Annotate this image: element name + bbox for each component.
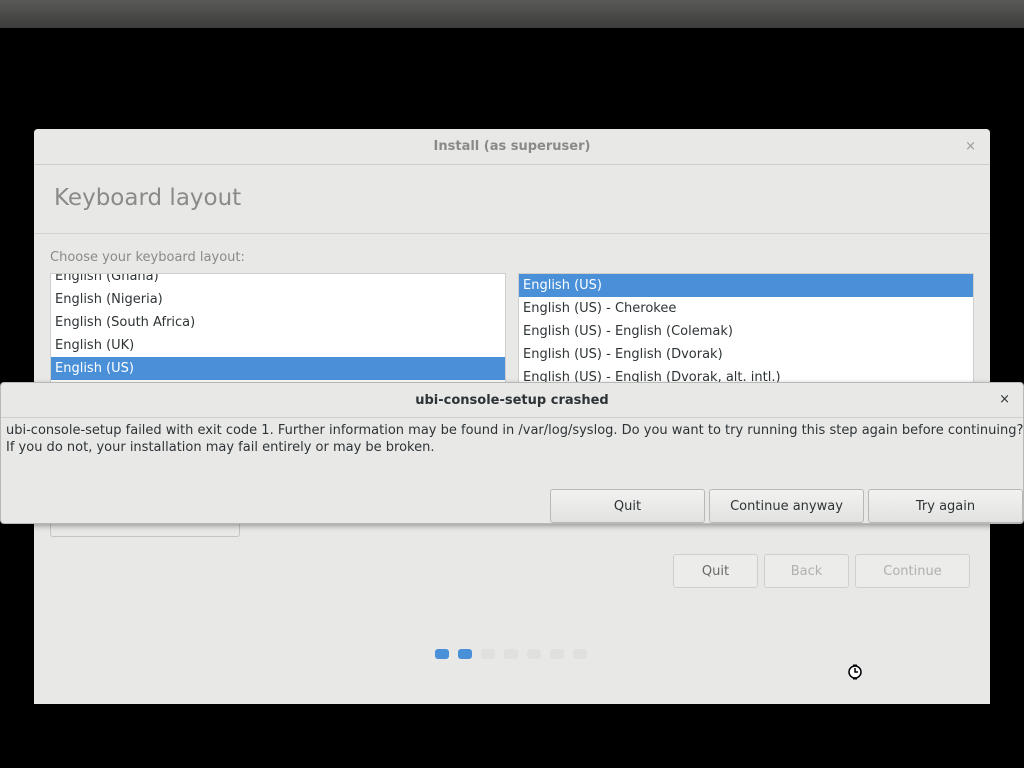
try-again-button[interactable]: Try again: [868, 489, 1023, 523]
page-title: Keyboard layout: [54, 185, 242, 211]
busy-cursor-icon: [848, 664, 862, 680]
choose-layout-label: Choose your keyboard layout:: [50, 250, 245, 265]
variant-item[interactable]: English (US) - English (Colemak): [519, 320, 973, 343]
crash-dialog: ubi-console-setup crashed × ubi-console-…: [0, 382, 1024, 524]
variant-list[interactable]: English (US) English (US) - Cherokee Eng…: [518, 273, 974, 383]
quit-button[interactable]: Quit: [673, 554, 758, 588]
crash-message-line1: ubi-console-setup failed with exit code …: [6, 423, 1024, 438]
crash-message: ubi-console-setup failed with exit code …: [6, 422, 1024, 456]
installer-close-icon[interactable]: ×: [965, 139, 976, 154]
layout-list[interactable]: English (Ghana) English (Nigeria) Englis…: [50, 273, 506, 383]
progress-dot-active: [435, 649, 449, 659]
continue-anyway-button[interactable]: Continue anyway: [709, 489, 864, 523]
progress-dot: [481, 649, 495, 659]
top-panel: [0, 0, 1024, 28]
progress-dot: [573, 649, 587, 659]
layout-item[interactable]: English (South Africa): [51, 311, 505, 334]
crash-close-icon[interactable]: ×: [999, 392, 1010, 407]
crash-quit-button[interactable]: Quit: [550, 489, 705, 523]
progress-dot: [550, 649, 564, 659]
divider: [34, 233, 990, 234]
variant-item[interactable]: English (US) - English (Dvorak): [519, 343, 973, 366]
progress-dot-active: [458, 649, 472, 659]
crash-dialog-titlebar: ubi-console-setup crashed ×: [1, 383, 1023, 418]
layout-item[interactable]: English (Nigeria): [51, 288, 505, 311]
layout-item[interactable]: English (UK): [51, 334, 505, 357]
progress-dots: [435, 649, 587, 659]
installer-titlebar: Install (as superuser) ×: [34, 129, 990, 165]
installer-title: Install (as superuser): [433, 139, 591, 154]
variant-item[interactable]: English (US) - Cherokee: [519, 297, 973, 320]
layout-item[interactable]: English (Ghana): [51, 274, 505, 288]
crash-message-line2: If you do not, your installation may fai…: [6, 440, 435, 455]
variant-item[interactable]: English (US) - English (Dvorak, alt. int…: [519, 366, 973, 382]
layout-item-selected[interactable]: English (US): [51, 357, 505, 380]
progress-dot: [527, 649, 541, 659]
continue-button[interactable]: Continue: [855, 554, 970, 588]
variant-item-selected[interactable]: English (US): [519, 274, 973, 297]
back-button[interactable]: Back: [764, 554, 849, 588]
progress-dot: [504, 649, 518, 659]
crash-dialog-title: ubi-console-setup crashed: [415, 392, 609, 408]
